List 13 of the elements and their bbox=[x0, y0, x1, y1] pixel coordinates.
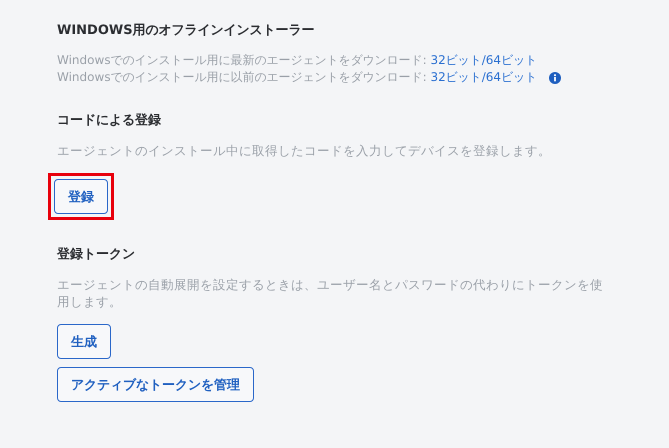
action-button[interactable]: 登録 bbox=[54, 179, 108, 214]
download-link[interactable]: 32ビット/64ビット bbox=[430, 52, 538, 69]
action-button[interactable]: アクティブなトークンを管理 bbox=[57, 367, 254, 402]
download-link[interactable]: 32ビット/64ビット bbox=[430, 69, 538, 86]
section-heading: 登録トークン bbox=[57, 246, 136, 264]
description-text: エージェントのインストール中に取得したコードを入力してデバイスを登録します。 bbox=[57, 142, 552, 159]
info-icon[interactable] bbox=[549, 72, 562, 84]
action-button[interactable]: 生成 bbox=[57, 324, 111, 359]
section-heading: コードによる登録 bbox=[57, 112, 162, 130]
section-heading: WINDOWS用のオフラインインストーラー bbox=[57, 22, 316, 40]
description-text: エージェントの自動展開を設定するときは、ユーザー名とパスワードの代わりにトークンを使用します。 bbox=[57, 276, 604, 310]
description-text: Windowsでのインストール用に最新のエージェントをダウンロード: bbox=[57, 52, 428, 69]
description-text: Windowsでのインストール用に以前のエージェントをダウンロード: bbox=[57, 69, 428, 86]
